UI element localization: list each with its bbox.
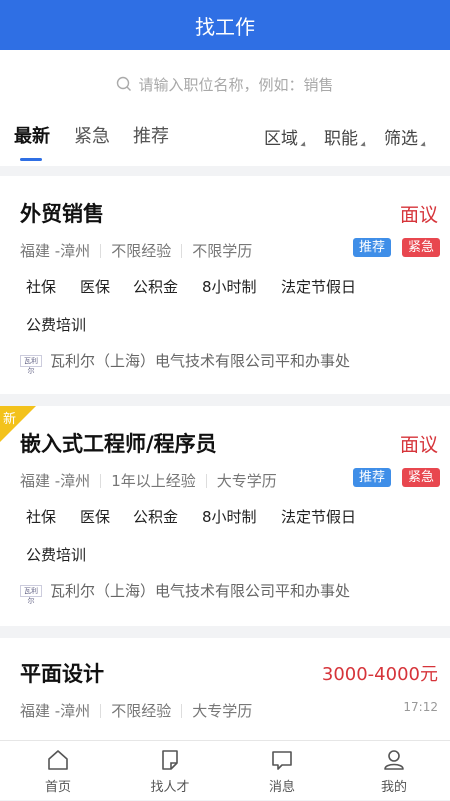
job-meta: 福建 -漳州 不限经验 大专学历 <box>20 700 252 721</box>
nav-find-talent[interactable]: 找人才 <box>114 741 226 801</box>
caret-down-icon <box>360 141 368 149</box>
nav-home[interactable]: 首页 <box>2 741 114 801</box>
job-salary: 面议 <box>399 204 438 226</box>
document-icon <box>162 749 178 770</box>
divider <box>181 703 183 718</box>
nav-find-talent-label: 找人才 <box>150 779 190 795</box>
filter-function-label: 职能 <box>324 129 358 149</box>
benefit-tag: 医保 <box>80 508 111 526</box>
job-title: 嵌入式工程师/程序员 <box>20 432 217 456</box>
search-icon <box>117 76 132 91</box>
user-icon <box>384 749 404 770</box>
nav-mine-label: 我的 <box>380 779 407 795</box>
caret-down-icon <box>300 141 308 149</box>
benefit-tag: 公费培训 <box>26 546 87 564</box>
message-icon <box>272 750 292 770</box>
filter-region-label: 区域 <box>264 129 298 149</box>
job-card[interactable]: 外贸销售 面议 福建 -漳州 不限经验 不限学历 推荐 紧急 社保 医保 公积金… <box>0 176 450 394</box>
recommend-badge: 推荐 <box>353 468 392 487</box>
job-experience: 不限经验 <box>111 242 172 260</box>
job-title: 外贸销售 <box>20 202 104 226</box>
job-card[interactable]: 新 嵌入式工程师/程序员 面议 福建 -漳州 1年以上经验 大专学历 推荐 紧急… <box>0 406 450 626</box>
company-row[interactable]: 瓦利尔 瓦利尔（上海）电气技术有限公司平和办事处 <box>20 350 351 375</box>
company-logo: 瓦利尔 <box>20 584 42 605</box>
new-tag-label: 新 <box>3 412 17 427</box>
benefit-tag: 社保 <box>26 508 57 526</box>
benefit-tag: 法定节假日 <box>281 278 357 296</box>
tab-latest[interactable]: 最新 <box>14 122 50 148</box>
urgent-badge: 紧急 <box>402 468 441 487</box>
caret-down-icon <box>420 141 428 149</box>
job-experience: 1年以上经验 <box>111 472 196 490</box>
nav-messages[interactable]: 消息 <box>226 741 338 801</box>
divider <box>205 473 207 488</box>
job-experience: 不限经验 <box>111 702 172 720</box>
filter-screen[interactable]: 筛选 <box>384 124 428 149</box>
job-card[interactable]: 平面设计 3000-4000元 福建 -漳州 不限经验 大专学历 17:12 <box>0 638 450 740</box>
active-tab-indicator <box>20 158 42 161</box>
home-icon <box>48 749 68 770</box>
divider <box>100 703 102 718</box>
benefit-tag: 8小时制 <box>202 508 257 526</box>
job-education: 大专学历 <box>216 472 277 490</box>
divider <box>100 243 102 258</box>
post-time: 17:12 <box>403 700 438 714</box>
job-meta: 福建 -漳州 不限经验 不限学历 <box>20 240 252 261</box>
page-title: 找工作 <box>195 14 255 39</box>
job-location: 福建 -漳州 <box>20 702 91 720</box>
filter-screen-label: 筛选 <box>384 129 418 149</box>
filter-function[interactable]: 职能 <box>324 124 368 149</box>
tab-urgent[interactable]: 紧急 <box>74 122 110 148</box>
job-education: 不限学历 <box>192 242 253 260</box>
job-location: 福建 -漳州 <box>20 472 91 490</box>
tab-bar: 最新 紧急 推荐 区域 职能 筛选 <box>0 118 450 166</box>
job-title: 平面设计 <box>20 662 104 686</box>
search-placeholder[interactable]: 请输入职位名称，例如：销售 <box>138 74 333 95</box>
divider <box>100 473 102 488</box>
nav-mine[interactable]: 我的 <box>338 741 450 801</box>
urgent-badge: 紧急 <box>402 238 441 257</box>
divider <box>181 243 183 258</box>
benefit-tag: 公积金 <box>133 508 179 526</box>
bottom-nav: 首页 找人才 消息 我的 <box>0 740 450 800</box>
job-meta: 福建 -漳州 1年以上经验 大专学历 <box>20 470 277 491</box>
search-field[interactable]: 请输入职位名称，例如：销售 <box>116 74 334 95</box>
benefit-tag: 医保 <box>80 278 111 296</box>
app-header: 找工作 <box>0 0 450 50</box>
company-row[interactable]: 瓦利尔 瓦利尔（上海）电气技术有限公司平和办事处 <box>20 580 351 605</box>
company-name: 瓦利尔（上海）电气技术有限公司平和办事处 <box>50 582 351 600</box>
filter-region[interactable]: 区域 <box>264 124 308 149</box>
benefit-tag: 8小时制 <box>202 278 257 296</box>
job-salary: 面议 <box>399 434 438 456</box>
company-logo: 瓦利尔 <box>20 354 42 375</box>
benefit-tag: 社保 <box>26 278 57 296</box>
benefit-tag: 法定节假日 <box>281 508 357 526</box>
nav-messages-label: 消息 <box>268 779 295 795</box>
job-salary: 3000-4000元 <box>321 664 438 685</box>
job-education: 大专学历 <box>192 702 253 720</box>
job-location: 福建 -漳州 <box>20 242 91 260</box>
search-bar[interactable]: 请输入职位名称，例如：销售 <box>0 50 450 118</box>
tab-recommended[interactable]: 推荐 <box>133 122 169 148</box>
nav-home-label: 首页 <box>44 779 71 795</box>
benefit-tag: 公积金 <box>133 278 179 296</box>
company-name: 瓦利尔（上海）电气技术有限公司平和办事处 <box>50 352 351 370</box>
benefit-tag: 公费培训 <box>26 316 87 334</box>
recommend-badge: 推荐 <box>353 238 392 257</box>
